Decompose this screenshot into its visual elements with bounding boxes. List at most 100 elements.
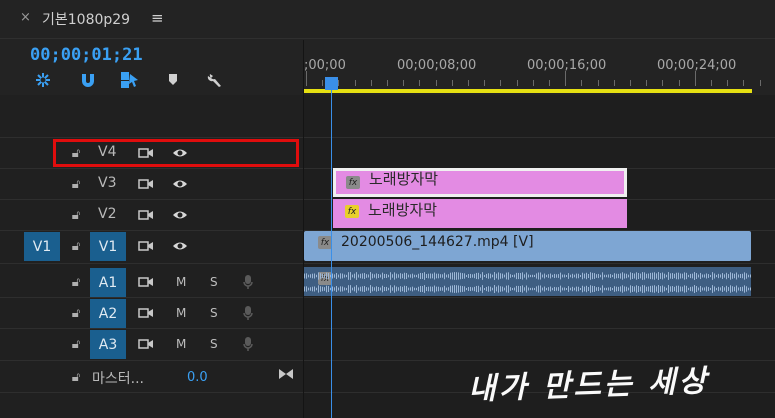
fx-badge: fx <box>346 176 360 189</box>
sync-lock-icon[interactable] <box>136 303 156 323</box>
waveform-bar <box>480 287 481 291</box>
waveform-bar <box>676 272 677 280</box>
waveform-bar <box>440 287 441 291</box>
waveform-bar <box>328 273 329 279</box>
mute-button[interactable]: M <box>176 337 186 351</box>
master-volume-value[interactable]: 0.0 <box>187 370 208 385</box>
waveform-bar <box>500 273 501 279</box>
waveform-bar <box>466 287 467 291</box>
lock-track-icon[interactable]: 🔓︎ <box>66 205 86 225</box>
track-target-a3[interactable]: A3 <box>90 330 126 359</box>
waveform-bar <box>332 273 333 279</box>
lock-track-icon[interactable]: 🔓︎ <box>66 334 86 354</box>
waveform-bar <box>726 285 727 293</box>
waveform-bar <box>690 286 691 292</box>
lock-track-icon[interactable]: 🔓︎ <box>66 367 86 387</box>
mute-button[interactable]: M <box>176 306 186 320</box>
sync-lock-icon[interactable] <box>136 205 156 225</box>
waveform-bar <box>318 272 319 280</box>
mute-button[interactable]: M <box>176 275 186 289</box>
waveform-bar <box>612 274 613 278</box>
waveform-bar <box>578 286 579 292</box>
audio-clip-a1[interactable]: fx <box>304 267 751 296</box>
panel-menu-icon[interactable]: ≡ <box>151 9 164 27</box>
track-header-v2: 🔓︎ V2 <box>0 200 304 230</box>
lock-track-icon[interactable]: 🔓︎ <box>66 272 86 292</box>
waveform-bar <box>742 286 743 292</box>
title-clip-v2[interactable]: fx 노래방자막 <box>333 199 627 228</box>
waveform-bar <box>594 273 595 279</box>
waveform-bar <box>472 287 473 291</box>
microphone-icon[interactable] <box>238 303 258 323</box>
track-target-a1[interactable]: A1 <box>90 268 126 297</box>
waveform-bar <box>524 274 525 278</box>
waveform-bar <box>346 287 347 291</box>
wrench-settings-icon[interactable] <box>205 70 225 90</box>
track-target-v1[interactable]: V1 <box>90 232 126 261</box>
microphone-icon[interactable] <box>238 334 258 354</box>
waveform-bar <box>370 285 371 293</box>
sequence-tab-title[interactable]: 기본1080p29 <box>42 9 130 29</box>
waveform-bar <box>494 272 495 280</box>
microphone-icon[interactable] <box>238 272 258 292</box>
eye-icon[interactable] <box>170 205 190 225</box>
lock-track-icon[interactable]: 🔓︎ <box>66 303 86 323</box>
track-target-a2[interactable]: A2 <box>90 299 126 328</box>
waveform-bar <box>414 287 415 291</box>
waveform-bar <box>608 287 609 291</box>
lock-track-icon[interactable]: 🔓︎ <box>66 236 86 256</box>
snap-magnet-icon[interactable] <box>78 70 98 90</box>
waveform-bar <box>354 286 355 292</box>
waveform-bar <box>550 286 551 292</box>
eye-icon[interactable] <box>170 174 190 194</box>
waveform-bar <box>732 286 733 292</box>
waveform-bar <box>356 272 357 280</box>
waveform-bar <box>402 273 403 279</box>
waveform-bar <box>540 272 541 280</box>
waveform-bar <box>674 286 675 292</box>
sync-lock-icon[interactable] <box>136 334 156 354</box>
source-patch-v1[interactable]: V1 <box>24 232 60 261</box>
waveform-bar <box>554 273 555 279</box>
lock-track-icon[interactable]: 🔓︎ <box>66 174 86 194</box>
waveform-bar <box>576 286 577 292</box>
waveform-bar <box>542 287 543 291</box>
ruler-tick <box>338 80 340 86</box>
ruler-label: 00;00;08;00 <box>397 58 477 73</box>
work-area-bar[interactable] <box>304 89 752 93</box>
waveform-bar <box>368 287 369 291</box>
sync-lock-icon[interactable] <box>136 272 156 292</box>
eye-icon[interactable] <box>170 236 190 256</box>
sync-lock-icon[interactable] <box>136 174 156 194</box>
solo-button[interactable]: S <box>210 275 218 289</box>
waveform-bar <box>400 273 401 279</box>
waveform-bar <box>610 287 611 291</box>
waveform-bar <box>486 273 487 279</box>
waveform-bar <box>726 272 727 280</box>
bowtie-icon[interactable] <box>276 364 296 384</box>
nest-sequence-icon[interactable] <box>33 70 53 90</box>
video-clip-v1[interactable]: fx 20200506_144627.mp4 [V] <box>304 231 751 261</box>
playhead-handle[interactable] <box>325 77 338 90</box>
waveform-bar <box>664 273 665 279</box>
track-label[interactable]: V2 <box>98 206 116 222</box>
waveform-bar <box>526 285 527 293</box>
title-clip-v3[interactable]: fx 노래방자막 <box>333 168 627 197</box>
waveform-bar <box>522 285 523 293</box>
solo-button[interactable]: S <box>210 337 218 351</box>
waveform-bar <box>538 285 539 293</box>
waveform-bar <box>470 286 471 292</box>
waveform-bar <box>702 274 703 278</box>
sync-lock-icon[interactable] <box>136 236 156 256</box>
waveform-bar <box>360 273 361 279</box>
waveform-bar <box>528 274 529 278</box>
waveform-bar <box>582 285 583 293</box>
playhead-timecode[interactable]: 00;00;01;21 <box>30 45 143 65</box>
waveform-bar <box>664 286 665 292</box>
track-label[interactable]: V3 <box>98 175 116 191</box>
solo-button[interactable]: S <box>210 306 218 320</box>
waveform-bar <box>710 287 711 291</box>
linked-selection-icon[interactable] <box>120 70 140 90</box>
add-marker-icon[interactable] <box>163 70 183 90</box>
close-tab-icon[interactable]: × <box>20 10 31 25</box>
